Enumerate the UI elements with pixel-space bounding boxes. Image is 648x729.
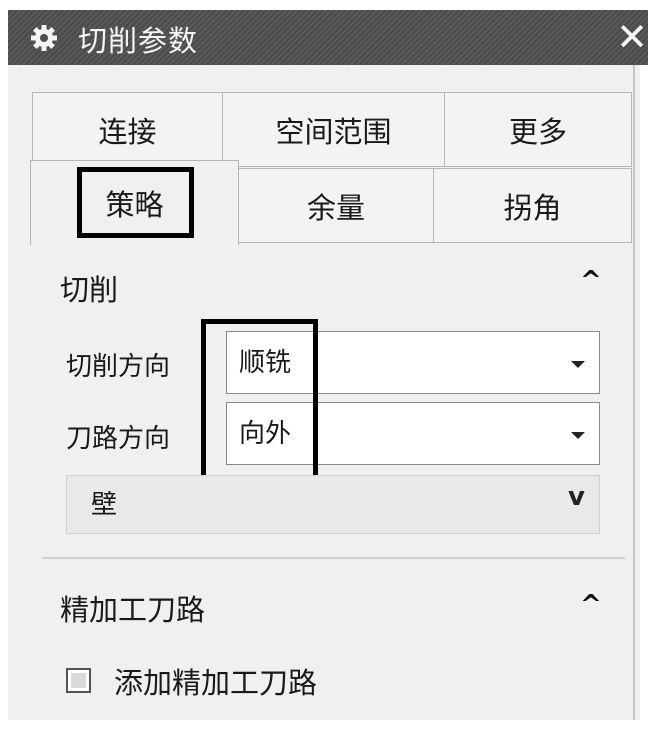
cut-direction-label: 切削方向 xyxy=(66,352,171,382)
add-finish-passes-checkbox[interactable] xyxy=(66,668,91,693)
tab-label: 余量 xyxy=(306,190,365,225)
close-icon[interactable]: ✕ xyxy=(616,14,648,60)
chevron-up-icon[interactable]: ^ xyxy=(580,266,602,296)
gear-icon xyxy=(31,25,57,51)
tab-more[interactable]: 更多 xyxy=(444,92,632,167)
toolpath-direction-label: 刀路方向 xyxy=(66,424,171,454)
toolpath-direction-value: 向外 xyxy=(239,419,292,449)
wall-group-label: 壁 xyxy=(91,490,118,520)
tab-strategy[interactable]: 策略 xyxy=(30,160,239,245)
tab-connect[interactable]: 连接 xyxy=(32,92,223,167)
cut-direction-select[interactable]: 顺铣 xyxy=(226,331,600,394)
add-finish-passes-label[interactable]: 添加精加工刀路 xyxy=(114,660,317,702)
title-bar: 切削参数 ✕ xyxy=(8,10,648,65)
dropdown-caret-icon xyxy=(571,361,585,368)
tab-label: 更多 xyxy=(508,114,567,149)
cut-direction-value: 顺铣 xyxy=(239,348,292,378)
tab-label: 空间范围 xyxy=(275,114,392,149)
tab-space-range[interactable]: 空间范围 xyxy=(222,92,445,167)
tab-label: 连接 xyxy=(98,114,157,149)
panel-border xyxy=(633,65,635,720)
toolpath-direction-select[interactable]: 向外 xyxy=(226,402,600,465)
chevron-down-icon: v xyxy=(568,482,585,512)
section-divider xyxy=(42,557,625,559)
window-title: 切削参数 xyxy=(78,24,199,58)
tab-label: 拐角 xyxy=(503,190,562,225)
section-header-cut[interactable]: 切削 xyxy=(60,267,118,309)
tab-corner[interactable]: 拐角 xyxy=(433,168,632,243)
chevron-up-icon[interactable]: ^ xyxy=(580,590,602,620)
section-header-finish[interactable]: 精加工刀路 xyxy=(60,587,205,629)
tab-label: 策略 xyxy=(105,188,164,222)
dropdown-caret-icon xyxy=(571,432,585,439)
wall-group[interactable]: 壁 v xyxy=(66,475,600,534)
tab-stock[interactable]: 余量 xyxy=(238,168,434,243)
